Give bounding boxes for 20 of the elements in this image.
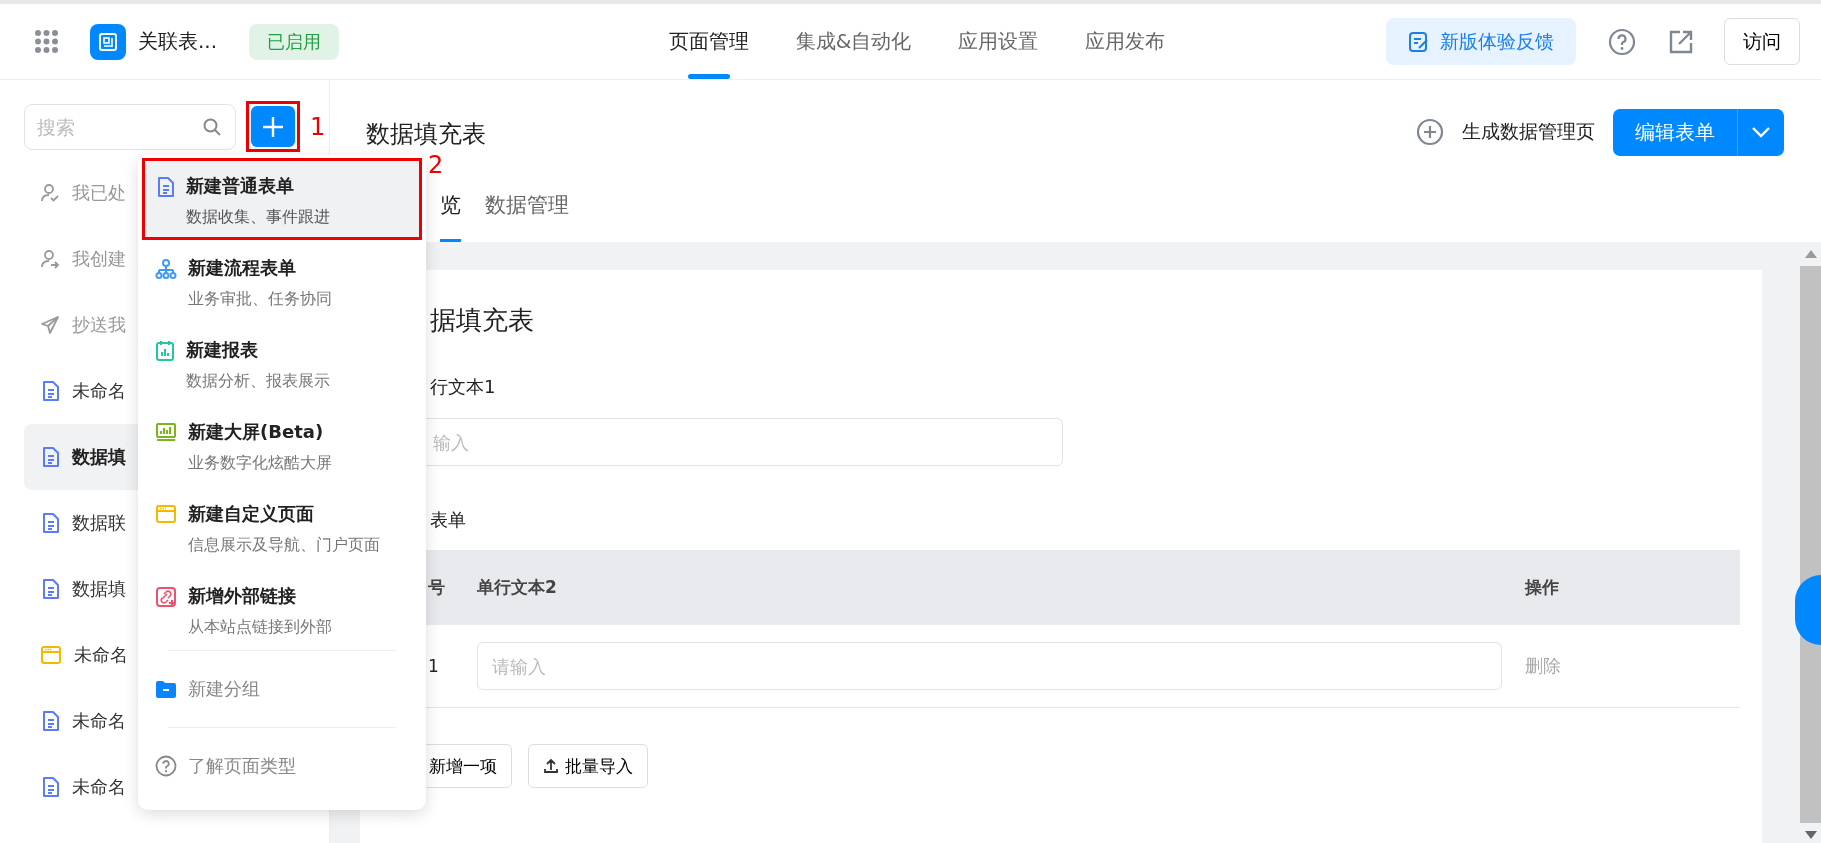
- menu-item-title: 新建自定义页面: [188, 502, 315, 526]
- menu-item-title: 新建大屏(Beta): [188, 420, 325, 444]
- menu-item-description: 数据收集、事件跟进: [186, 206, 330, 228]
- menu-item-description: 从本站点链接到外部: [188, 616, 332, 638]
- menu-item-title: 新建流程表单: [188, 256, 297, 280]
- menu-item-description: 业务审批、任务协同: [188, 288, 332, 310]
- column-header: 操作: [1525, 550, 1740, 625]
- annotation-number: 1: [310, 112, 326, 141]
- page-title: 数据填充表: [366, 119, 487, 150]
- menu-item-description: 数据分析、报表展示: [186, 370, 330, 392]
- app-name: 关联表...: [138, 28, 218, 55]
- menu-item-title: 新建普通表单: [186, 174, 295, 198]
- field-label: 行文本1: [430, 375, 497, 399]
- menu-item-title: 新增外部链接: [188, 584, 297, 608]
- menu-item-title: 新建报表: [186, 338, 259, 362]
- status-badge: 已启用: [249, 23, 340, 60]
- field-label: 表单: [430, 508, 467, 532]
- menu-item-description: 业务数字化炫酷大屏: [188, 452, 332, 474]
- column-header: 单行文本2: [477, 550, 1525, 625]
- form-title: 据填充表: [430, 304, 535, 337]
